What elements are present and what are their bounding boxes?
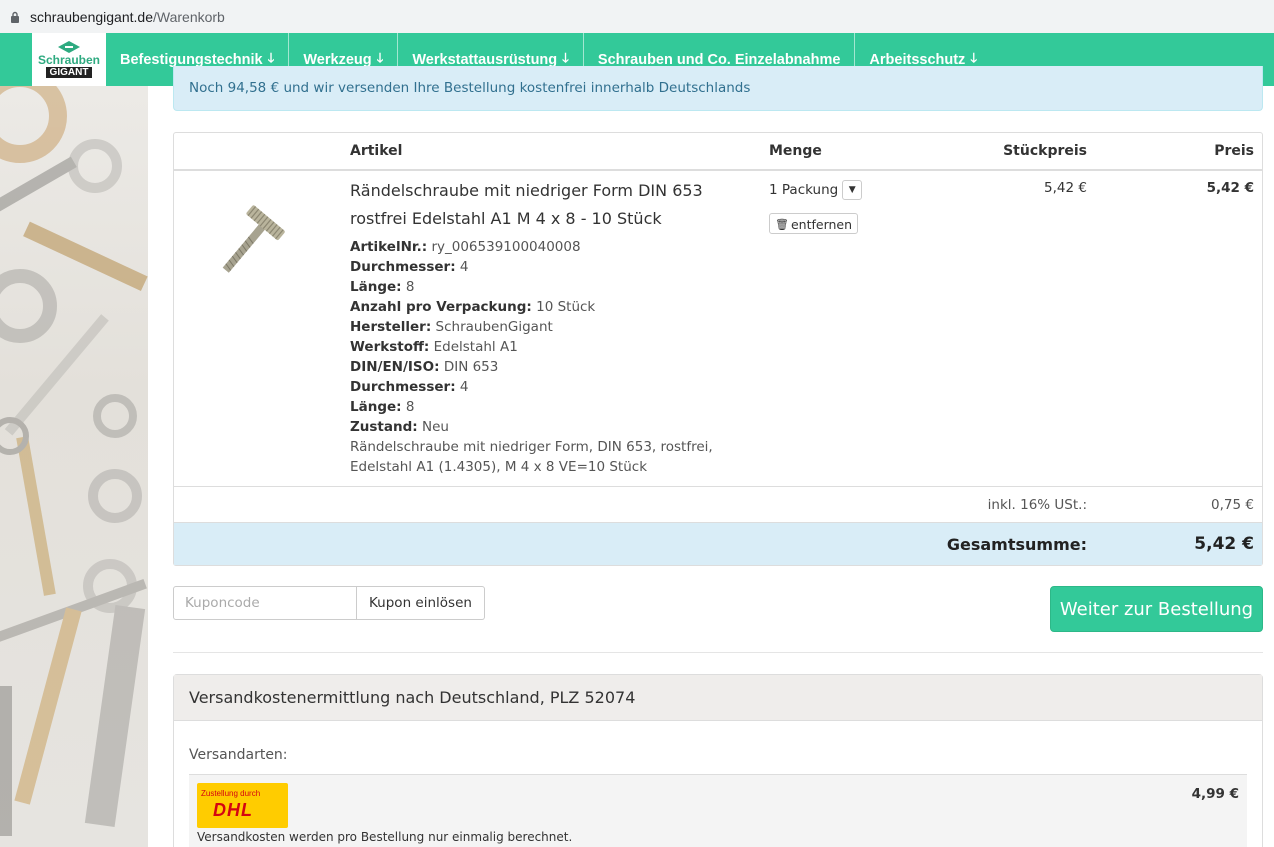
- unit-price: 5,42 €: [1044, 180, 1087, 196]
- checkout-button[interactable]: Weiter zur Bestellung: [1050, 586, 1263, 632]
- cart-table: Artikel Menge Stückpreis Preis Rändelsch…: [173, 132, 1263, 566]
- attr-row: Zustand: Neu: [350, 419, 449, 435]
- attr-row: DIN/EN/ISO: DIN 653: [350, 359, 499, 375]
- decorative-screws-background: [0, 86, 148, 847]
- coupon-form: Kupon einlösen: [173, 586, 485, 620]
- logo-text-gigant: GIGANT: [45, 67, 93, 78]
- dhl-logo-caption: Zustellung durch: [201, 789, 261, 798]
- product-description: Rändelschraube mit niedriger Form, DIN 6…: [350, 439, 713, 475]
- header-article: Artikel: [350, 143, 403, 159]
- attr-row: Länge: 8: [350, 279, 415, 295]
- table-row: Rändelschraube mit niedriger Form DIN 65…: [174, 171, 1262, 487]
- shipping-panel: Versandkostenermittlung nach Deutschland…: [173, 674, 1263, 847]
- total-value: 5,42 €: [1194, 534, 1254, 554]
- attr-row: Länge: 8: [350, 399, 415, 415]
- logo-diamond-icon: [58, 41, 80, 53]
- tax-label: inkl. 16% USt.:: [987, 497, 1087, 513]
- trash-icon: 🗑: [775, 217, 789, 231]
- caret-down-icon[interactable]: ▼: [842, 180, 863, 200]
- remove-label: entfernen: [790, 216, 853, 232]
- product-attributes: ArtikelNr.: ry_006539100040008 Durchmess…: [350, 237, 750, 477]
- total-label: Gesamtsumme:: [946, 535, 1087, 554]
- product-image[interactable]: [204, 199, 294, 289]
- logo-text-schrauben: Schrauben: [37, 53, 100, 67]
- attr-row: Durchmesser: 4: [350, 259, 469, 275]
- url-text[interactable]: schraubengigant.de/Warenkorb: [30, 9, 225, 25]
- header-unit-price: Stückpreis: [1003, 143, 1087, 159]
- dhl-logo-text: DHL: [213, 800, 253, 820]
- shipping-option-dhl[interactable]: Zustellung durch DHL Versandkosten werde…: [189, 774, 1247, 847]
- browser-url-bar[interactable]: schraubengigant.de/Warenkorb: [0, 0, 1274, 33]
- dhl-logo: Zustellung durch DHL: [197, 783, 288, 828]
- tax-value: 0,75 €: [1211, 497, 1254, 513]
- quantity-select[interactable]: 1 Packung ▼: [769, 180, 863, 200]
- tax-row: inkl. 16% USt.: 0,75 €: [174, 487, 1262, 523]
- shipping-cost: 4,99 €: [1191, 786, 1239, 802]
- shipping-methods-label: Versandarten:: [189, 747, 288, 763]
- site-logo[interactable]: Schrauben GIGANT: [32, 33, 106, 86]
- attr-row: Werkstoff: Edelstahl A1: [350, 339, 518, 355]
- cart-table-header: Artikel Menge Stückpreis Preis: [174, 133, 1262, 171]
- shipping-note: Versandkosten werden pro Bestellung nur …: [197, 830, 573, 844]
- remove-item-button[interactable]: 🗑 entfernen: [769, 213, 859, 234]
- free-shipping-banner: Noch 94,58 € und wir versenden Ihre Best…: [173, 66, 1263, 111]
- header-qty: Menge: [769, 143, 822, 159]
- screws-illustration: [0, 86, 148, 836]
- attr-row: ArtikelNr.: ry_006539100040008: [350, 239, 581, 255]
- line-price: 5,42 €: [1206, 180, 1254, 196]
- redeem-coupon-button[interactable]: Kupon einlösen: [357, 586, 485, 620]
- header-price: Preis: [1214, 143, 1254, 159]
- divider: [173, 652, 1263, 653]
- attr-row: Anzahl pro Verpackung: 10 Stück: [350, 299, 596, 315]
- attr-row: Durchmesser: 4: [350, 379, 469, 395]
- total-row: Gesamtsumme: 5,42 €: [174, 523, 1262, 565]
- coupon-input[interactable]: [173, 586, 357, 620]
- free-shipping-text: Noch 94,58 € und wir versenden Ihre Best…: [189, 80, 751, 96]
- product-title-link[interactable]: Rändelschraube mit niedriger Form DIN 65…: [350, 177, 750, 233]
- attr-row: Hersteller: SchraubenGigant: [350, 319, 553, 335]
- lock-icon: [8, 9, 22, 25]
- quantity-value: 1 Packung: [769, 182, 839, 198]
- shipping-title: Versandkostenermittlung nach Deutschland…: [174, 675, 1262, 721]
